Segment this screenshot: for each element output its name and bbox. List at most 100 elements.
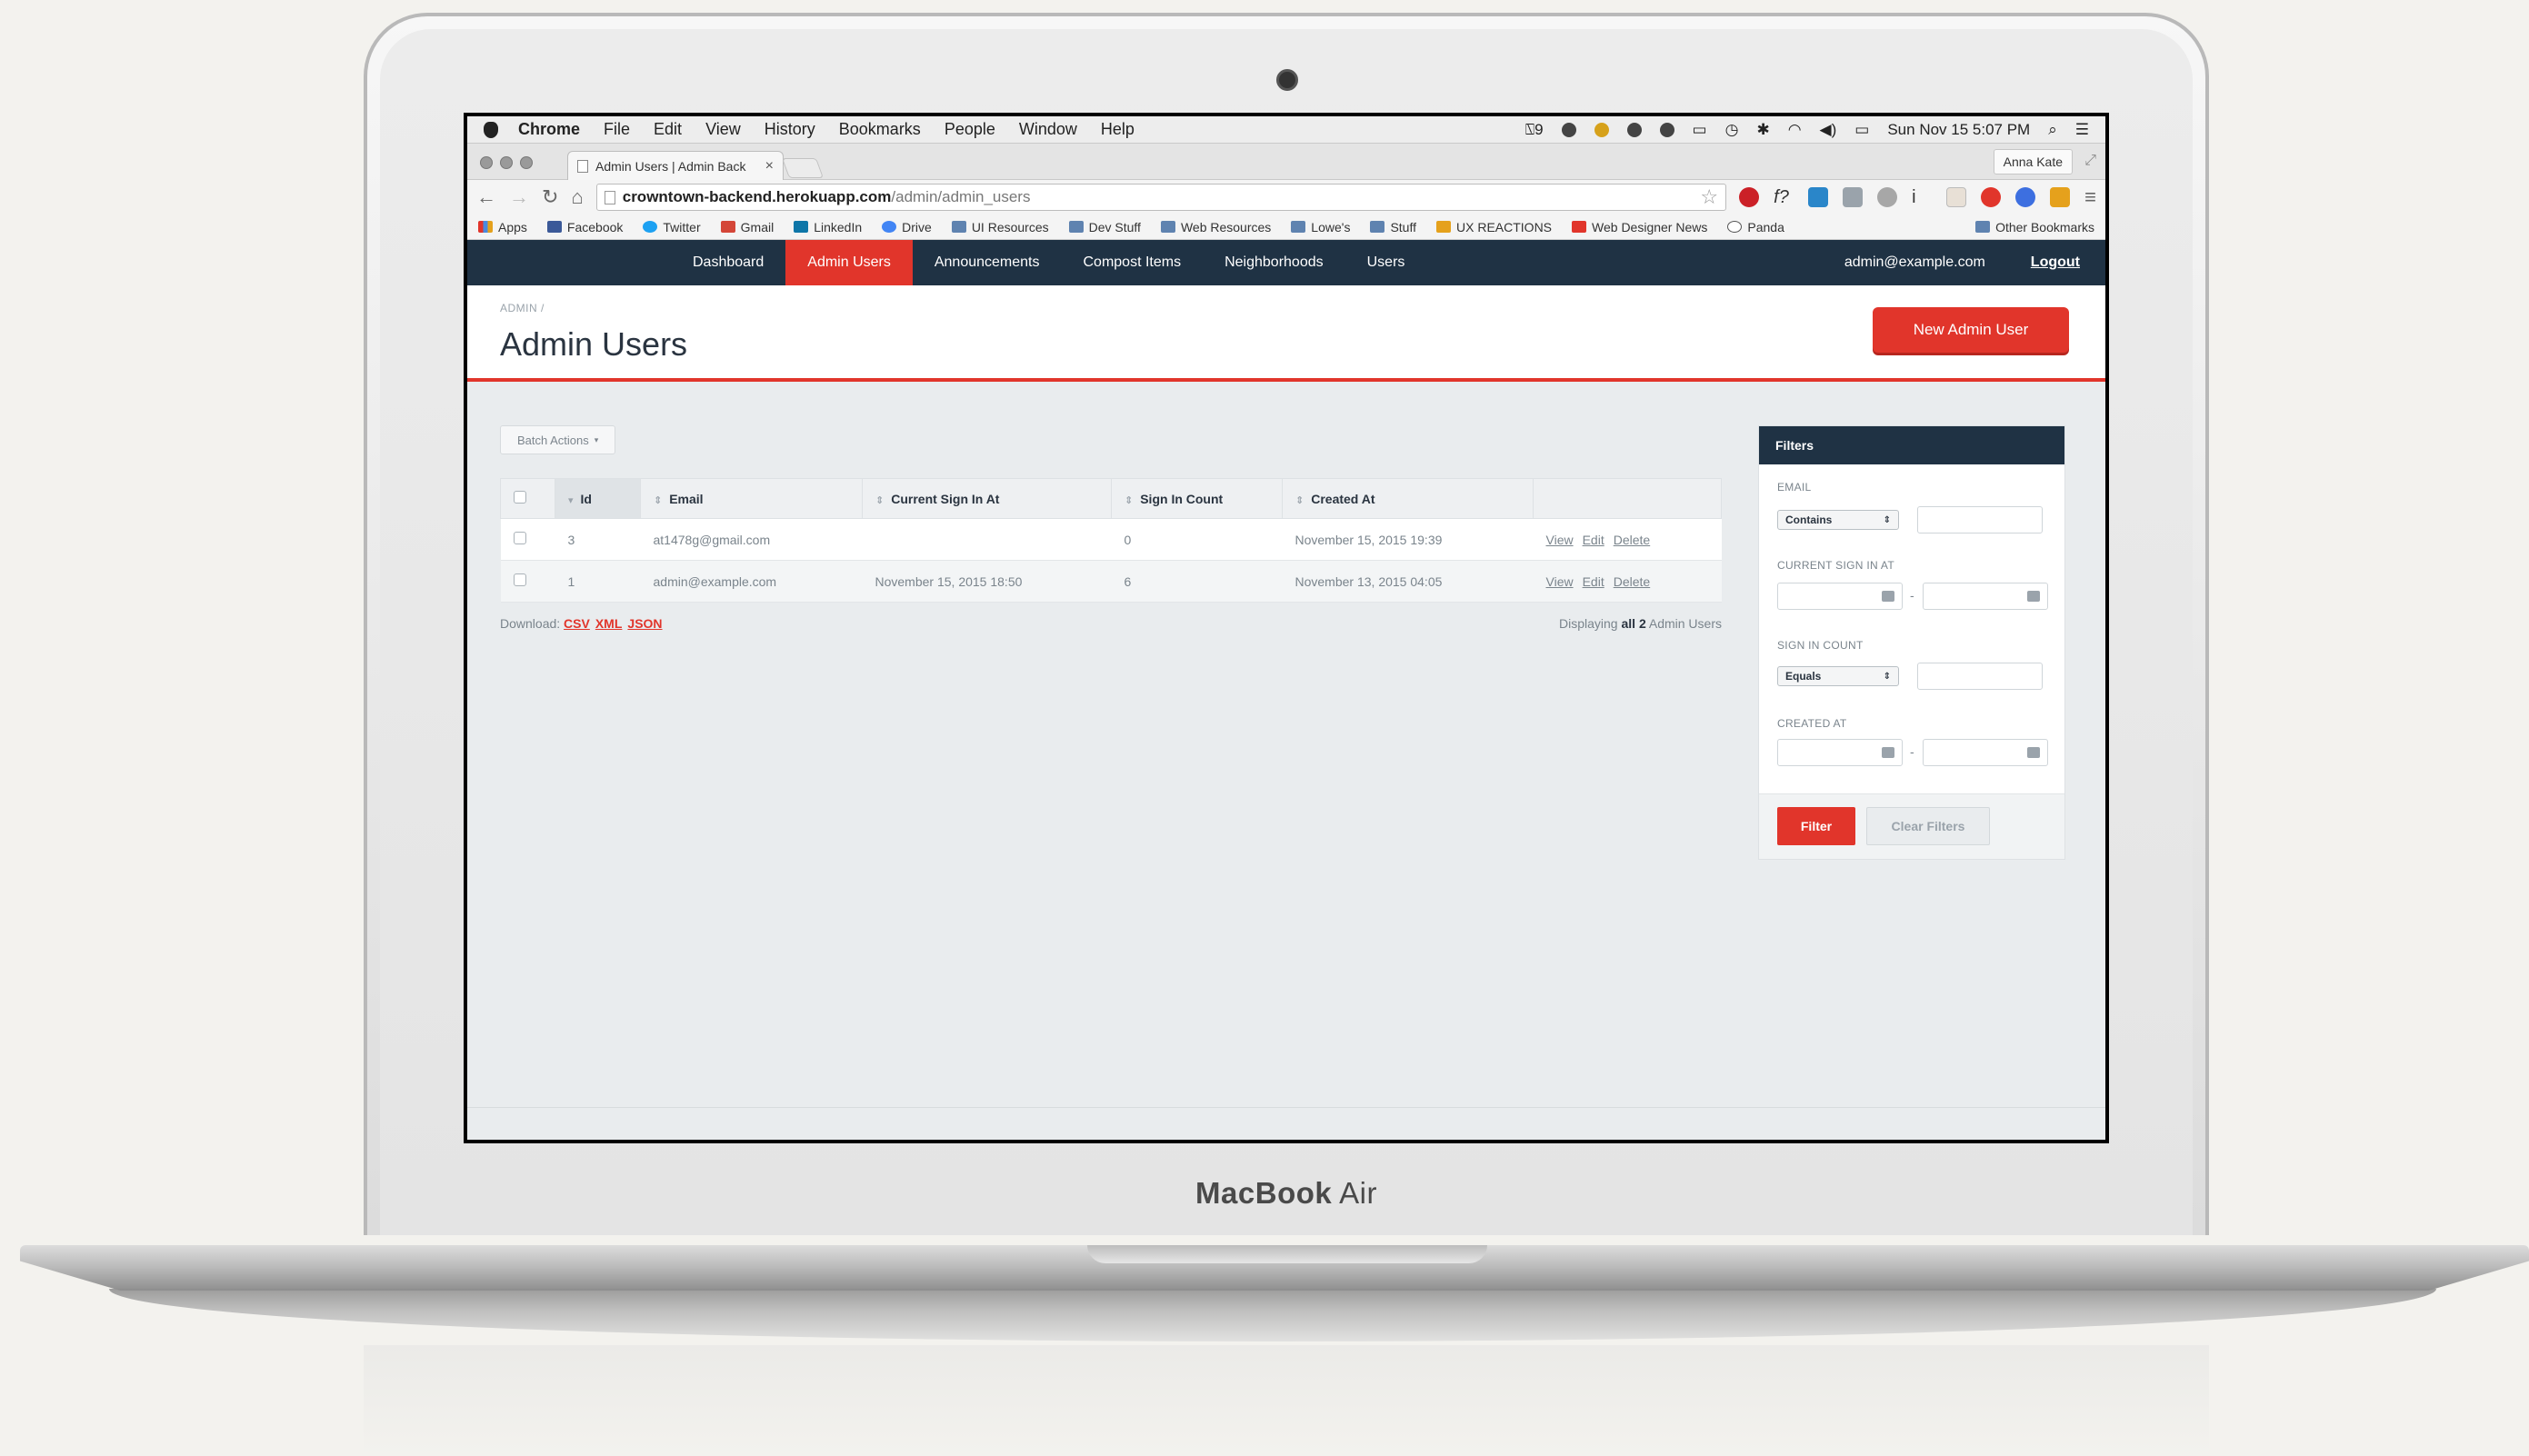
menu-history[interactable]: History	[765, 120, 815, 139]
wifi-icon[interactable]: ◠	[1788, 121, 1802, 139]
zoom-window-icon[interactable]	[520, 156, 533, 169]
filter-sign-in-count-input[interactable]	[1917, 663, 2043, 690]
chrome-menu-icon[interactable]: ≡	[2084, 185, 2096, 209]
bug-icon[interactable]	[1877, 187, 1898, 207]
close-window-icon[interactable]	[480, 156, 493, 169]
clear-filters-button[interactable]: Clear Filters	[1866, 807, 1990, 845]
shield-icon[interactable]	[1594, 122, 1609, 137]
page-info-icon[interactable]	[604, 190, 615, 204]
row-checkbox[interactable]	[513, 532, 526, 544]
bookmark-twitter[interactable]: Twitter	[643, 220, 701, 234]
nav-compost-items[interactable]: Compost Items	[1062, 240, 1204, 285]
new-admin-user-button[interactable]: New Admin User	[1873, 307, 2069, 353]
new-tab-button[interactable]	[781, 158, 825, 178]
bookmark-web-designer-news[interactable]: Web Designer News	[1572, 220, 1707, 234]
download-csv-link[interactable]: CSV	[564, 616, 590, 631]
filter-created-at-to[interactable]	[1923, 739, 2048, 766]
row-checkbox[interactable]	[513, 573, 526, 586]
bookmark-stuff[interactable]: Stuff	[1370, 220, 1416, 234]
filter-button[interactable]: Filter	[1777, 807, 1855, 845]
spotlight-search-icon[interactable]: ⌕	[2048, 121, 2057, 139]
filter-sign-in-count-operator-select[interactable]: Equals ⇕	[1777, 666, 1899, 686]
column-header-id[interactable]: ▾ Id	[555, 478, 641, 519]
adobe-icon[interactable]: ⍂9	[1525, 121, 1544, 139]
menu-help[interactable]: Help	[1101, 120, 1135, 139]
bookmark-gmail[interactable]: Gmail	[720, 220, 774, 234]
delete-link[interactable]: Delete	[1614, 574, 1650, 589]
airplay-icon[interactable]: ▭	[1693, 121, 1707, 139]
ghostery-icon[interactable]	[1981, 187, 2002, 207]
nav-neighborhoods[interactable]: Neighborhoods	[1203, 240, 1345, 285]
close-tab-icon[interactable]: ×	[765, 158, 774, 175]
apple-logo-icon[interactable]	[484, 121, 498, 138]
fullscreen-icon[interactable]: ⤢	[2084, 153, 2096, 169]
nav-dashboard[interactable]: Dashboard	[671, 240, 785, 285]
info-extension-icon[interactable]: i	[1912, 187, 1932, 207]
download-xml-link[interactable]: XML	[595, 616, 623, 631]
forward-icon[interactable]: →	[509, 185, 529, 209]
edit-link[interactable]: Edit	[1583, 574, 1604, 589]
pinterest-icon[interactable]	[1739, 187, 1760, 207]
m-extension-icon[interactable]	[2015, 187, 2036, 207]
menu-edit[interactable]: Edit	[654, 120, 682, 139]
filter-current-sign-in-from[interactable]	[1777, 583, 1903, 610]
browser-tab-active[interactable]: Admin Users | Admin Back ×	[567, 151, 784, 180]
address-bar[interactable]: crowntown-backend.herokuapp.com/admin/ad…	[595, 184, 1727, 211]
back-icon[interactable]: ←	[476, 185, 496, 209]
calendar-extension-icon[interactable]	[1946, 187, 1967, 207]
bookmark-ui-resources[interactable]: UI Resources	[951, 220, 1049, 234]
bookmark-web-resources[interactable]: Web Resources	[1160, 220, 1271, 234]
minimize-window-icon[interactable]	[500, 156, 513, 169]
column-header-sign-in-count[interactable]: ⇕ Sign In Count	[1111, 478, 1283, 519]
current-user-link[interactable]: admin@example.com	[1844, 254, 1985, 271]
screenshot-extension-icon[interactable]	[1808, 187, 1829, 207]
logout-link[interactable]: Logout	[2031, 254, 2080, 271]
menu-bookmarks[interactable]: Bookmarks	[839, 120, 921, 139]
clock[interactable]: Sun Nov 15 5:07 PM	[1887, 121, 2030, 139]
battery-icon[interactable]: ▭	[1854, 121, 1869, 139]
menu-file[interactable]: File	[604, 120, 630, 139]
volume-icon[interactable]: ◀)	[1820, 121, 1837, 139]
profile-button[interactable]: Anna Kate	[1993, 149, 2073, 175]
filter-current-sign-in-to[interactable]	[1923, 583, 2048, 610]
download-json-link[interactable]: JSON	[627, 616, 662, 631]
filter-email-input[interactable]	[1917, 506, 2043, 534]
bookmark-star-icon[interactable]: ☆	[1700, 185, 1718, 209]
time-machine-icon[interactable]: ◷	[1725, 121, 1739, 139]
bookmark-dev-stuff[interactable]: Dev Stuff	[1068, 220, 1141, 234]
edit-link[interactable]: Edit	[1583, 533, 1604, 547]
delete-link[interactable]: Delete	[1614, 533, 1650, 547]
eyedropper-icon[interactable]	[1843, 187, 1864, 207]
menu-window[interactable]: Window	[1019, 120, 1077, 139]
flag-extension-icon[interactable]	[2050, 187, 2071, 207]
menu-people[interactable]: People	[945, 120, 995, 139]
view-link[interactable]: View	[1546, 574, 1574, 589]
bookmark-panda[interactable]: Panda	[1727, 220, 1784, 234]
column-header-current-sign-in-at[interactable]: ⇕ Current Sign In At	[862, 478, 1112, 519]
bookmark-ux-reactions[interactable]: UX REACTIONS	[1436, 220, 1552, 234]
nav-admin-users[interactable]: Admin Users	[785, 240, 913, 285]
nav-announcements[interactable]: Announcements	[913, 240, 1062, 285]
breadcrumb[interactable]: ADMIN /	[500, 302, 545, 314]
bookmark-linkedin[interactable]: LinkedIn	[794, 220, 862, 234]
notification-center-icon[interactable]: ☰	[2075, 121, 2089, 139]
menu-view[interactable]: View	[705, 120, 741, 139]
filter-email-operator-select[interactable]: Contains ⇕	[1777, 510, 1899, 530]
bookmark-lowes[interactable]: Lowe's	[1291, 220, 1350, 234]
status-icon[interactable]	[1561, 122, 1576, 137]
reload-icon[interactable]: ↻	[542, 185, 558, 209]
menu-app-name[interactable]: Chrome	[518, 120, 580, 139]
bluetooth-icon[interactable]: ✱	[1756, 121, 1769, 139]
view-link[interactable]: View	[1546, 533, 1574, 547]
bookmark-drive[interactable]: Drive	[882, 220, 932, 234]
column-header-created-at[interactable]: ⇕ Created At	[1282, 478, 1534, 519]
filter-created-at-from[interactable]	[1777, 739, 1903, 766]
nav-users[interactable]: Users	[1345, 240, 1427, 285]
creative-cloud-icon[interactable]	[1659, 122, 1674, 137]
column-header-email[interactable]: ⇕ Email	[640, 478, 863, 519]
home-icon[interactable]: ⌂	[571, 185, 583, 209]
font-identifier-icon[interactable]: f?	[1774, 187, 1794, 207]
batch-actions-button[interactable]: Batch Actions ▾	[500, 425, 616, 454]
bookmark-other[interactable]: Other Bookmarks	[1975, 220, 2094, 234]
evernote-icon[interactable]	[1626, 122, 1642, 137]
